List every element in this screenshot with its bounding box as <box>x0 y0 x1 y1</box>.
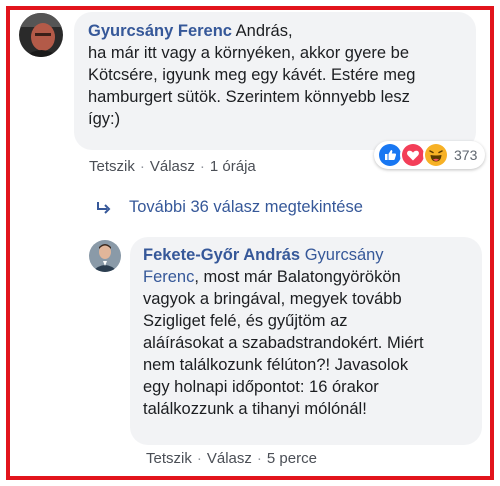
mention-tag[interactable]: Gyurcsány <box>305 246 384 264</box>
comment-actions: Tetszik · Válasz · 5 perce <box>146 450 317 467</box>
comment-timestamp[interactable]: 1 órája <box>210 158 256 175</box>
comment-text-line: ha már itt vagy a környéken, akkor gyere… <box>88 44 409 62</box>
profile-photo <box>89 240 121 272</box>
comment-text-line: , most már Balatongyörökön <box>194 268 401 286</box>
like-button[interactable]: Tetszik <box>146 450 192 467</box>
haha-icon <box>423 142 449 168</box>
comment-text-line: nem találkozunk félúton?! Javasolok <box>143 356 409 374</box>
separator-dot: · <box>199 158 205 175</box>
comment-timestamp[interactable]: 5 perce <box>267 450 317 467</box>
comment-text-line: egy holnapi időpontot: 16 órakor <box>143 378 379 396</box>
profile-photo <box>19 13 63 57</box>
comment-actions: Tetszik · Válasz · 1 órája <box>89 158 256 175</box>
reply-button[interactable]: Válasz <box>150 158 195 175</box>
comment-author[interactable]: Gyurcsány Ferenc <box>88 22 232 40</box>
comment-text-line: vagyok a bringával, megyek tovább <box>143 290 402 308</box>
comment-text-line: aláírásokat a szabadstrandokért. Miért <box>143 334 424 352</box>
mention-tag[interactable]: Ferenc <box>143 268 194 286</box>
comment-text-line: hamburgert sütök. Szerintem könnyebb les… <box>88 88 410 106</box>
comment-bubble: Fekete-Győr András Gyurcsány Ferenc, mos… <box>130 237 482 445</box>
reply-button[interactable]: Válasz <box>207 450 252 467</box>
view-more-replies-link[interactable]: További 36 válasz megtekintése <box>95 198 363 217</box>
comment-text-line: András, <box>232 22 293 40</box>
separator-dot: · <box>139 158 145 175</box>
separator-dot: · <box>256 450 262 467</box>
comment-author[interactable]: Fekete-Győr András <box>143 246 300 264</box>
separator-dot: · <box>196 450 202 467</box>
comment-bubble: Gyurcsány Ferenc András, ha már itt vagy… <box>74 12 476 150</box>
comment-text-line: Szigliget felé, és gyűjtöm az <box>143 312 348 330</box>
reactions-summary[interactable]: 373 <box>374 141 486 169</box>
reply-arrow-icon <box>97 201 111 214</box>
comment-text-line: találkozzunk a tihanyi mólónál! <box>143 400 367 418</box>
view-more-replies-label: További 36 válasz megtekintése <box>129 198 363 216</box>
comment-text-line: így:) <box>88 110 121 128</box>
comment-text-line: Kötcsére, igyunk meg egy kávét. Estére m… <box>88 66 416 84</box>
reaction-count: 373 <box>454 147 478 163</box>
like-button[interactable]: Tetszik <box>89 158 135 175</box>
avatar[interactable] <box>89 240 121 272</box>
avatar[interactable] <box>19 13 63 57</box>
